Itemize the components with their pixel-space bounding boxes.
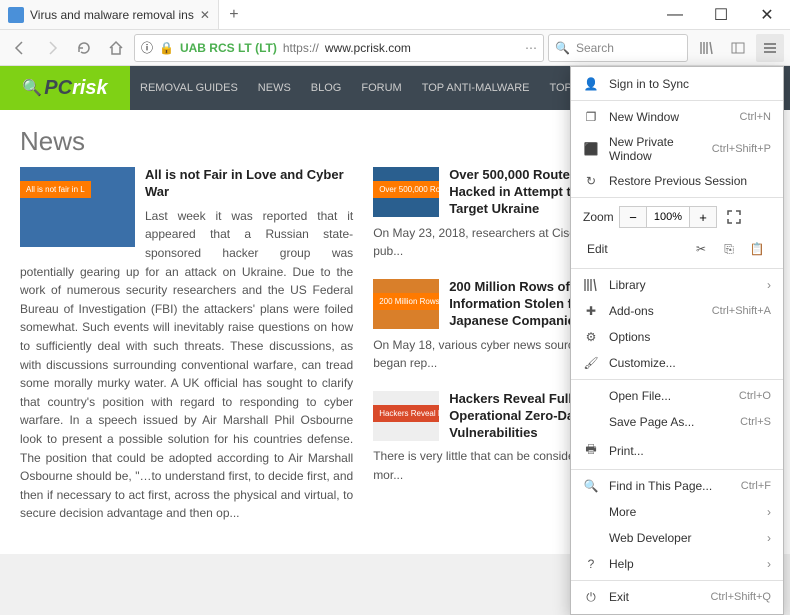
menu-exit[interactable]: ⏻ Exit Ctrl+Shift+Q [571, 584, 783, 610]
reload-button[interactable] [70, 34, 98, 62]
zoom-out-button[interactable]: − [619, 206, 647, 228]
chevron-right-icon: › [767, 531, 771, 545]
menu-separator [571, 580, 783, 581]
url-identity: UAB RCS LT (LT) [180, 41, 277, 55]
menu-save-page[interactable]: Save Page As... Ctrl+S [571, 409, 783, 435]
logo-magnifier-icon: 🔍 [22, 78, 42, 98]
article-body: Last week it was reported that it appear… [20, 207, 353, 523]
menu-options[interactable]: ⚙ Options [571, 324, 783, 350]
fullscreen-button[interactable] [723, 206, 745, 228]
url-host: www.pcrisk.com [325, 41, 411, 55]
titlebar: Virus and malware removal ins ✕ + — ☐ ✕ [0, 0, 790, 30]
tab-title: Virus and malware removal ins [30, 8, 194, 22]
maximize-button[interactable]: ☐ [698, 0, 744, 29]
toolbar: ⓘ 🔒 UAB RCS LT (LT) https:// www.pcrisk.c… [0, 30, 790, 66]
zoom-percent: 100% [647, 206, 689, 228]
brush-icon: 🖌 [583, 356, 599, 370]
menu-print[interactable]: 🖶 Print... [571, 435, 783, 466]
article-thumbnail[interactable]: All is not fair in L [20, 167, 135, 247]
url-more-icon[interactable]: ⋯ [525, 41, 537, 55]
search-icon: 🔍 [555, 41, 570, 55]
menu-separator [571, 100, 783, 101]
cut-button[interactable]: ✂ [687, 238, 715, 260]
menu-help[interactable]: ? Help › [571, 551, 783, 577]
sidebar-button[interactable] [724, 34, 752, 62]
minimize-button[interactable]: — [652, 0, 698, 29]
zoom-in-button[interactable]: + [689, 206, 717, 228]
chevron-right-icon: › [767, 557, 771, 571]
search-bar[interactable]: 🔍 Search [548, 34, 688, 62]
menu-open-file[interactable]: Open File... Ctrl+O [571, 383, 783, 409]
tab-close-icon[interactable]: ✕ [200, 8, 210, 22]
menu-library[interactable]: Library › [571, 272, 783, 298]
menu-new-window[interactable]: ❐ New Window Ctrl+N [571, 104, 783, 130]
library-button[interactable] [692, 34, 720, 62]
menu-customize[interactable]: 🖌 Customize... [571, 350, 783, 376]
nav-item[interactable]: NEWS [248, 66, 301, 110]
puzzle-icon: ✚ [583, 304, 599, 318]
back-button[interactable] [6, 34, 34, 62]
gear-icon: ⚙ [583, 330, 599, 344]
lock-icon: 🔒 [159, 41, 174, 55]
chevron-right-icon: › [767, 505, 771, 519]
window-controls: — ☐ ✕ [652, 0, 790, 29]
forward-button[interactable] [38, 34, 66, 62]
article-thumbnail[interactable]: 200 Million Rows of [373, 279, 439, 329]
new-tab-button[interactable]: + [219, 0, 249, 29]
nav-item[interactable]: REMOVAL GUIDES [130, 66, 248, 110]
home-button[interactable] [102, 34, 130, 62]
nav-item[interactable]: FORUM [351, 66, 411, 110]
page-title: News [20, 126, 620, 157]
menu-sign-in[interactable]: 👤 Sign in to Sync [571, 71, 783, 97]
user-icon: 👤 [583, 77, 599, 91]
menu-more[interactable]: More › [571, 499, 783, 525]
tab-favicon [8, 7, 24, 23]
library-icon [583, 278, 599, 292]
mask-icon: ⬛ [583, 142, 599, 156]
close-window-button[interactable]: ✕ [744, 0, 790, 29]
menu-edit: Edit ✂ ⎘ 📋 [571, 233, 783, 265]
menu-separator [571, 268, 783, 269]
menu-addons[interactable]: ✚ Add-ons Ctrl+Shift+A [571, 298, 783, 324]
article: All is not fair in L All is not Fair in … [20, 167, 353, 523]
url-prefix: https:// [283, 41, 319, 55]
menu-restore-session[interactable]: ↻ Restore Previous Session [571, 168, 783, 194]
menu-new-private[interactable]: ⬛ New Private Window Ctrl+Shift+P [571, 130, 783, 168]
url-bar[interactable]: ⓘ 🔒 UAB RCS LT (LT) https:// www.pcrisk.c… [134, 34, 544, 62]
menu-web-developer[interactable]: Web Developer › [571, 525, 783, 551]
app-menu: 👤 Sign in to Sync ❐ New Window Ctrl+N ⬛ … [570, 66, 784, 615]
info-icon[interactable]: ⓘ [141, 39, 153, 56]
power-icon: ⏻ [583, 590, 599, 605]
menu-separator [571, 469, 783, 470]
chevron-right-icon: › [767, 278, 771, 292]
window-icon: ❐ [583, 110, 599, 124]
restore-icon: ↻ [583, 174, 599, 188]
menu-zoom: Zoom − 100% + [571, 201, 783, 233]
menu-separator [571, 379, 783, 380]
nav-item[interactable]: BLOG [301, 66, 352, 110]
printer-icon: 🖶 [583, 440, 599, 461]
help-icon: ? [583, 557, 599, 571]
article-thumbnail[interactable]: Hackers Reveal Fu [373, 391, 439, 441]
menu-separator [571, 197, 783, 198]
menu-find[interactable]: 🔍 Find in This Page... Ctrl+F [571, 473, 783, 499]
search-icon: 🔍 [583, 479, 599, 493]
site-logo[interactable]: 🔍 PCrisk [0, 66, 130, 110]
search-placeholder: Search [576, 41, 614, 55]
paste-button[interactable]: 📋 [743, 238, 771, 260]
nav-item[interactable]: TOP ANTI-MALWARE [412, 66, 540, 110]
copy-button[interactable]: ⎘ [715, 238, 743, 260]
hamburger-menu-button[interactable] [756, 34, 784, 62]
browser-tab[interactable]: Virus and malware removal ins ✕ [0, 0, 219, 29]
article-thumbnail[interactable]: Over 500,000 Rout [373, 167, 439, 217]
